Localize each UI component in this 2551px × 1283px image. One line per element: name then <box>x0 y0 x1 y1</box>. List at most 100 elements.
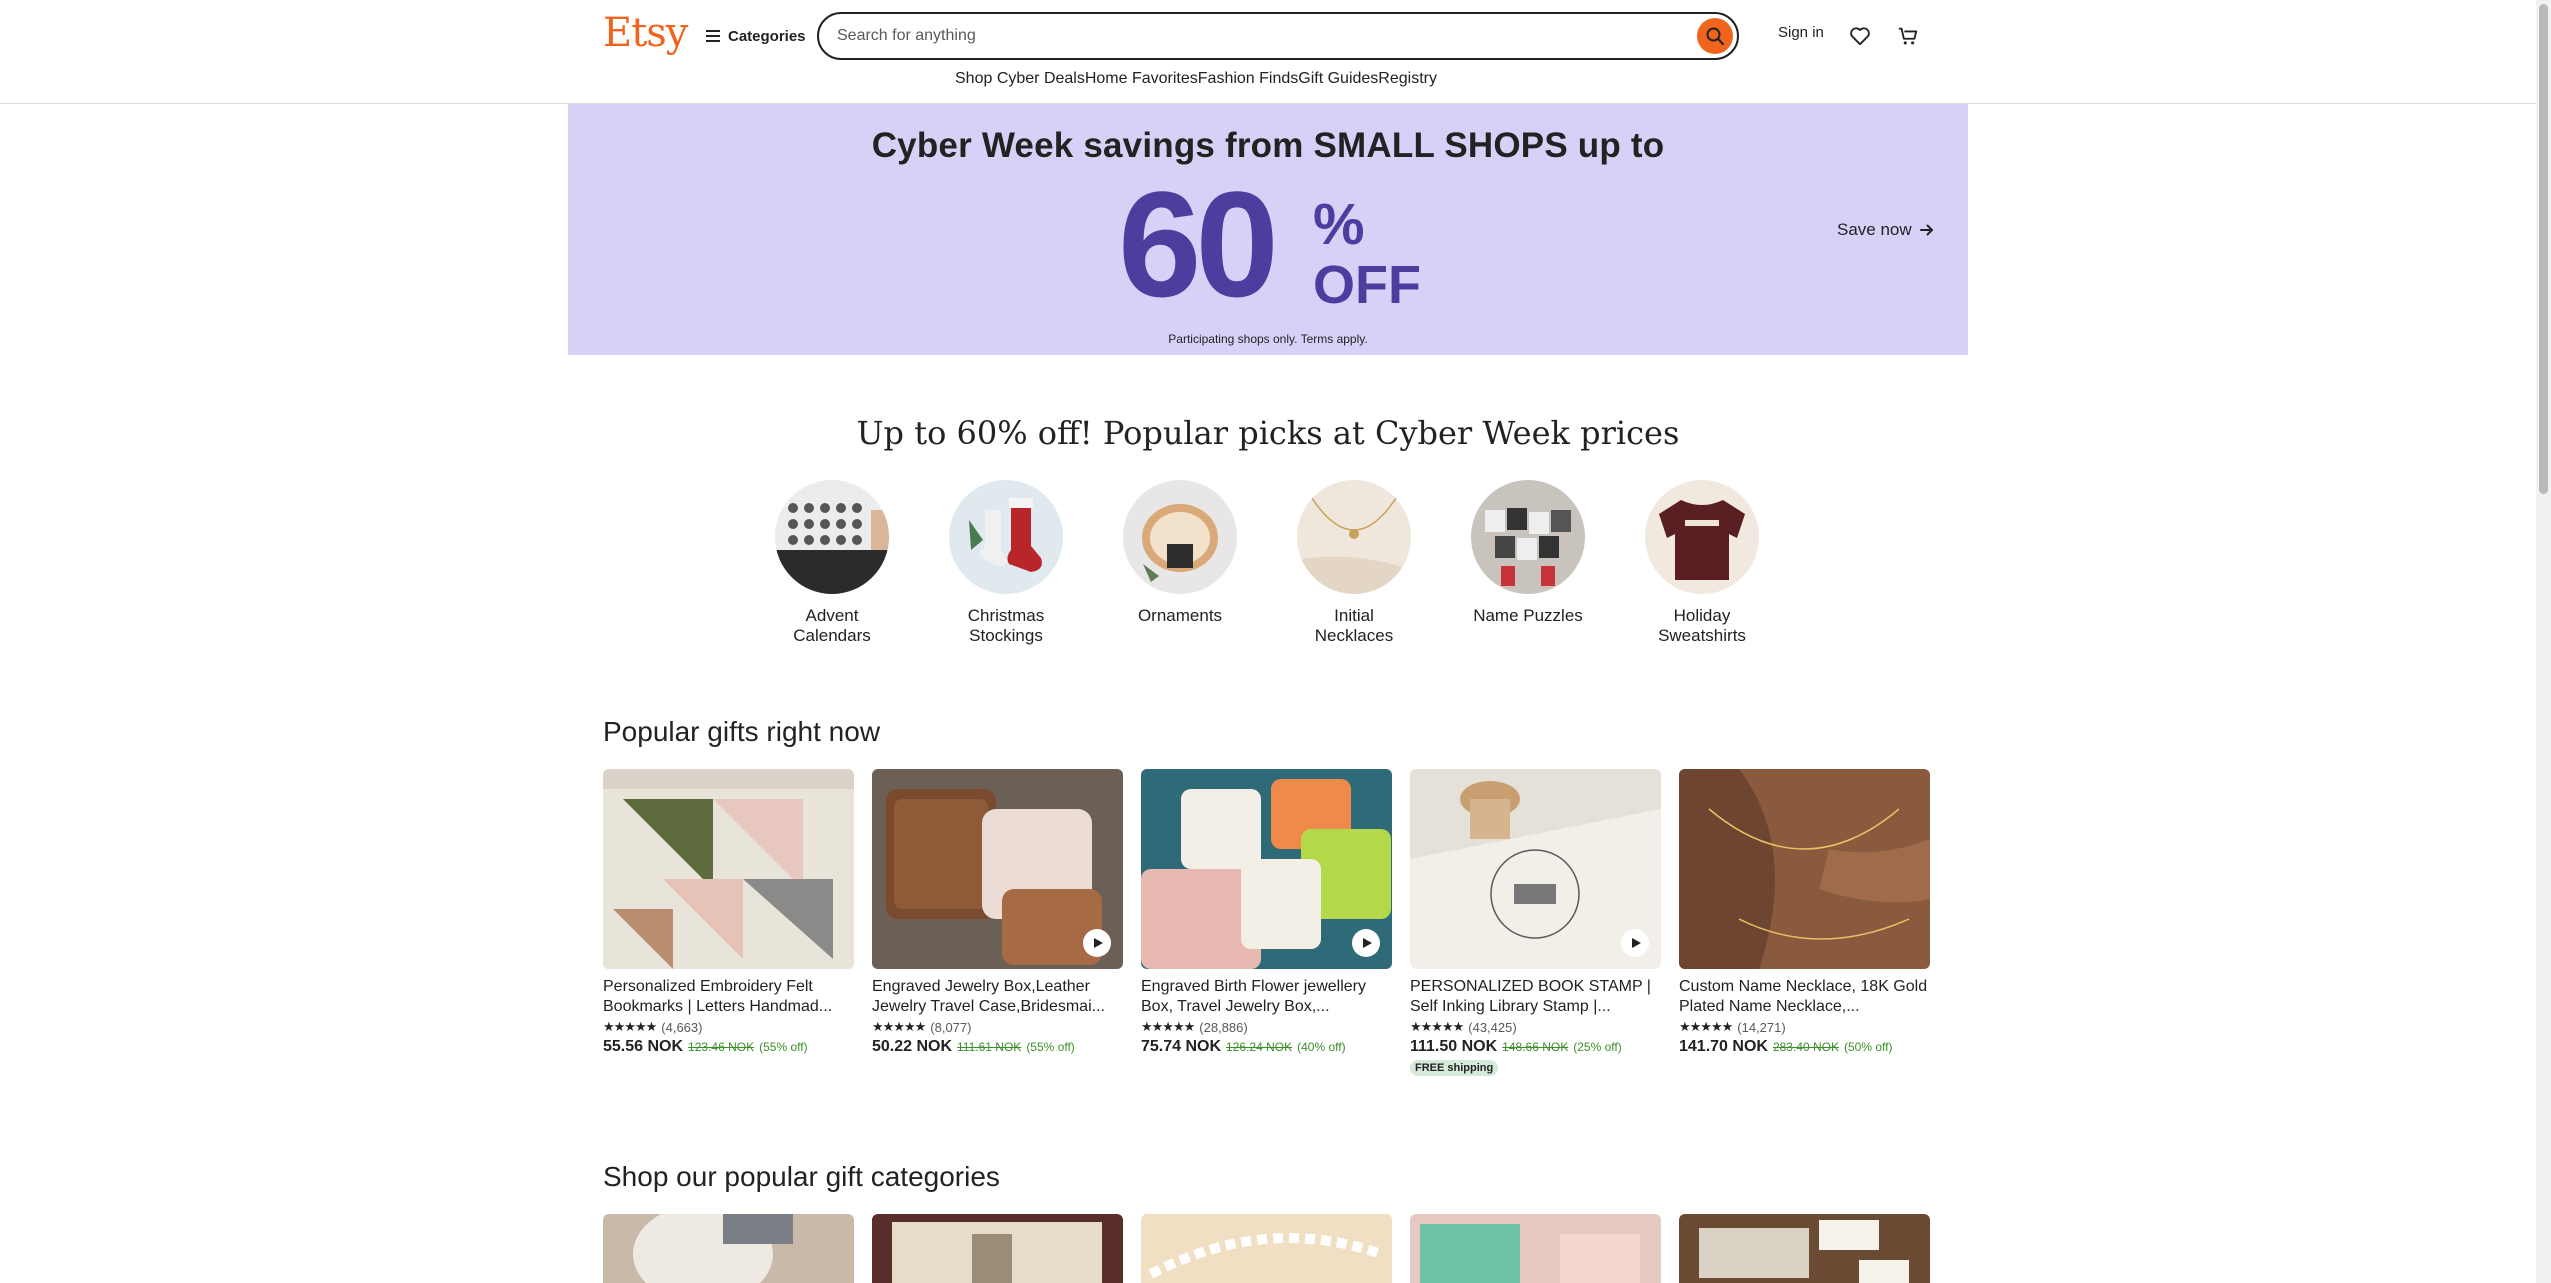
nav-home-favorites[interactable]: Home Favorites <box>1085 70 1198 88</box>
favorites-button[interactable] <box>1844 20 1876 52</box>
discount-label: (25% off) <box>1573 1040 1622 1054</box>
product-title: Personalized Embroidery Felt Bookmarks |… <box>603 978 833 1015</box>
product-title: PERSONALIZED BOOK STAMP | Self Inking Li… <box>1410 978 1651 1015</box>
star-rating: ★★★★★ <box>603 1019 657 1034</box>
sign-in-link[interactable]: Sign in <box>1778 24 1824 41</box>
etsy-logo[interactable]: Etsy <box>603 10 688 56</box>
search-bar <box>817 12 1739 60</box>
pick-christmas-stockings[interactable]: Christmas Stockings <box>949 480 1063 646</box>
sale-price: 75.74 NOK <box>1141 1038 1222 1055</box>
categories-label: Categories <box>728 27 806 45</box>
pick-initial-necklaces[interactable]: Initial Necklaces <box>1297 480 1411 646</box>
product-title: Custom Name Necklace, 18K Gold Plated Na… <box>1679 978 1928 1015</box>
product-image-jewelry-box <box>872 769 1123 969</box>
discount-label: (50% off) <box>1843 1040 1893 1054</box>
original-price: 148.66 NOK <box>1502 1040 1569 1054</box>
product-rating: ★★★★★ (43,425) <box>1410 1019 1661 1035</box>
product-image-book-stamp <box>1410 769 1661 969</box>
discount-label: (55% off) <box>759 1040 808 1054</box>
pick-label: Holiday Sweatshirts <box>1658 606 1746 645</box>
category-tile-wedding-tags[interactable] <box>1679 1214 1930 1283</box>
play-video-button[interactable] <box>1083 929 1111 957</box>
initial-necklace-image <box>1297 480 1411 594</box>
play-icon <box>1094 938 1103 948</box>
review-count: (4,663) <box>661 1019 703 1035</box>
secondary-nav: Shop Cyber Deals Home Favorites Fashion … <box>955 70 1437 88</box>
star-rating: ★★★★★ <box>1410 1019 1464 1034</box>
holiday-sweatshirt-image <box>1645 480 1759 594</box>
play-video-button[interactable] <box>1621 929 1649 957</box>
save-now-link[interactable]: Save now <box>1837 220 1934 240</box>
search-button[interactable] <box>1697 18 1733 54</box>
pick-holiday-sweatshirts[interactable]: Holiday Sweatshirts <box>1645 480 1759 646</box>
product-price: 111.50 NOK 148.66 NOK (25% off) <box>1410 1038 1661 1056</box>
category-tile-books[interactable] <box>872 1214 1123 1283</box>
product-price: 75.74 NOK 126.24 NOK (40% off) <box>1141 1038 1392 1056</box>
banner-percent-sign: % <box>1313 192 1365 257</box>
pick-label: Initial Necklaces <box>1314 606 1394 645</box>
product-card[interactable]: Custom Name Necklace, 18K Gold Plated Na… <box>1679 769 1930 1076</box>
sale-price: 50.22 NOK <box>872 1038 953 1055</box>
scrollbar-thumb[interactable] <box>2539 4 2548 494</box>
product-price: 55.56 NOK 123.46 NOK (55% off) <box>603 1038 854 1056</box>
cyber-week-banner[interactable]: Cyber Week savings from SMALL SHOPS up t… <box>568 104 1968 355</box>
popular-gifts-title: Popular gifts right now <box>603 716 881 747</box>
product-title: Engraved Birth Flower jewellery Box, Tra… <box>1141 978 1366 1015</box>
play-video-button[interactable] <box>1352 929 1380 957</box>
heart-icon <box>1850 27 1870 46</box>
product-rating: ★★★★★ (4,663) <box>603 1019 854 1035</box>
original-price: 123.46 NOK <box>688 1040 755 1054</box>
sale-price: 141.70 NOK <box>1679 1038 1768 1055</box>
discount-label: (40% off) <box>1297 1040 1346 1054</box>
cart-button[interactable] <box>1892 20 1924 52</box>
nav-fashion-finds[interactable]: Fashion Finds <box>1198 70 1299 88</box>
page-scrollbar[interactable] <box>2536 0 2551 1283</box>
pick-label: Christmas Stockings <box>967 606 1045 645</box>
product-image-name-necklace <box>1679 769 1930 969</box>
name-puzzle-image <box>1471 480 1585 594</box>
sale-price: 55.56 NOK <box>603 1038 684 1055</box>
gift-categories-row <box>603 1214 1930 1283</box>
pick-label: Ornaments <box>1137 606 1223 625</box>
nav-shop-cyber-deals[interactable]: Shop Cyber Deals <box>955 70 1085 88</box>
product-rating: ★★★★★ (14,271) <box>1679 1019 1930 1035</box>
search-input[interactable] <box>837 14 1657 58</box>
product-card[interactable]: Personalized Embroidery Felt Bookmarks |… <box>603 769 854 1076</box>
pick-label: Advent Calendars <box>793 606 871 645</box>
review-count: (43,425) <box>1468 1019 1517 1035</box>
nav-registry[interactable]: Registry <box>1378 70 1437 88</box>
product-price: 50.22 NOK 111.61 NOK (55% off) <box>872 1038 1123 1056</box>
pick-ornaments[interactable]: Ornaments <box>1123 480 1237 646</box>
arrow-right-icon <box>1919 224 1933 236</box>
banner-off-text: OFF <box>1313 255 1421 315</box>
ornament-image <box>1123 480 1237 594</box>
product-price: 141.70 NOK 283.40 NOK (50% off) <box>1679 1038 1930 1056</box>
discount-label: (55% off) <box>1026 1040 1075 1054</box>
categories-menu-button[interactable]: Categories <box>706 24 806 48</box>
product-image-bookmarks <box>603 769 854 969</box>
product-card[interactable]: PERSONALIZED BOOK STAMP | Self Inking Li… <box>1410 769 1661 1076</box>
star-rating: ★★★★★ <box>1679 1019 1733 1034</box>
pick-name-puzzles[interactable]: Name Puzzles <box>1471 480 1585 646</box>
product-card[interactable]: Engraved Jewelry Box,Leather Jewelry Tra… <box>872 769 1123 1076</box>
banner-fine-print: Participating shops only. Terms apply. <box>1168 332 1368 346</box>
site-header: Etsy Categories Sign in Shop Cyber Deals… <box>0 0 2536 104</box>
popular-gifts-row: Personalized Embroidery Felt Bookmarks |… <box>603 769 1930 1076</box>
review-count: (14,271) <box>1737 1019 1786 1035</box>
product-rating: ★★★★★ (8,077) <box>872 1019 1123 1035</box>
pick-advent-calendars[interactable]: Advent Calendars <box>775 480 889 646</box>
product-card[interactable]: Engraved Birth Flower jewellery Box, Tra… <box>1141 769 1392 1076</box>
category-tile-mugs[interactable] <box>603 1214 854 1283</box>
product-rating: ★★★★★ (28,886) <box>1141 1019 1392 1035</box>
search-icon <box>1706 27 1725 46</box>
christmas-stocking-image <box>949 480 1063 594</box>
category-tile-decor[interactable] <box>1410 1214 1661 1283</box>
product-image-birth-flower-box <box>1141 769 1392 969</box>
category-tile-bracelets[interactable] <box>1141 1214 1392 1283</box>
nav-gift-guides[interactable]: Gift Guides <box>1298 70 1378 88</box>
original-price: 283.40 NOK <box>1772 1040 1839 1054</box>
gift-categories-title: Shop our popular gift categories <box>603 1161 1000 1192</box>
play-icon <box>1363 938 1372 948</box>
picks-row: Advent Calendars Christmas Stockings Orn… <box>775 480 1759 646</box>
play-icon <box>1632 938 1641 948</box>
